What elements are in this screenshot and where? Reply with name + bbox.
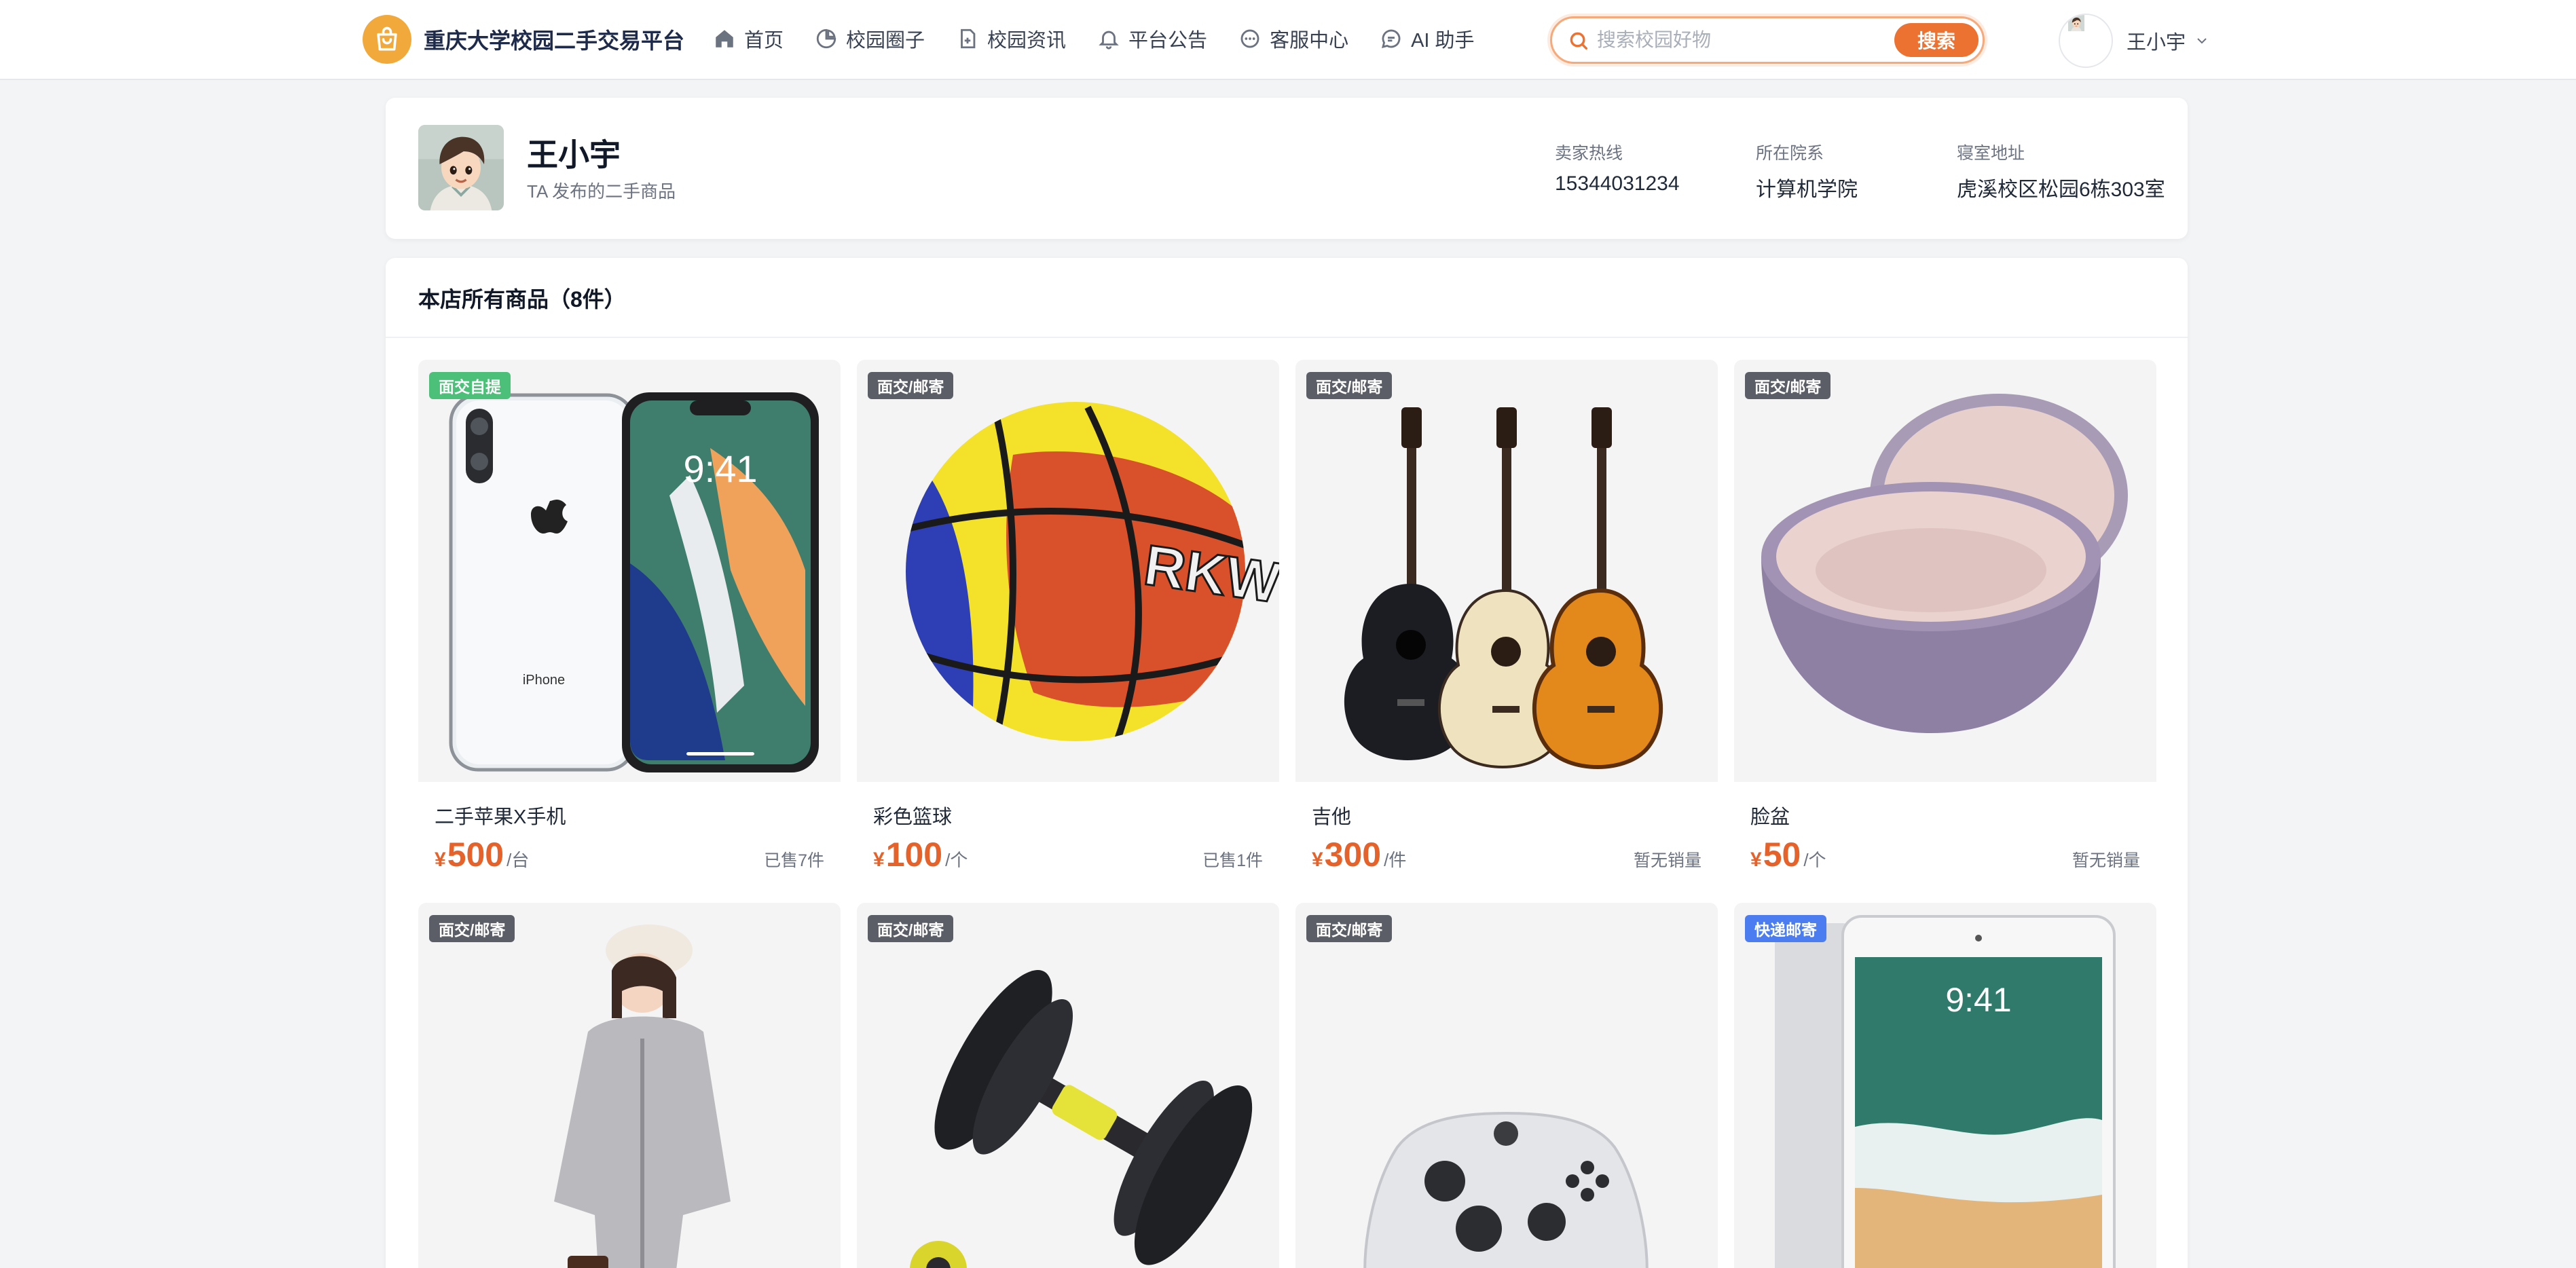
product-card[interactable]: 面交/邮寄 [1295,903,1718,1268]
product-price: ¥ 50 /个 [1750,835,1826,874]
delivery-tag: 快递邮寄 [1745,915,1826,942]
currency-symbol: ¥ [1312,849,1323,871]
svg-text:9:41: 9:41 [1945,981,2011,1019]
product-price: ¥ 500 /台 [435,835,529,874]
nav-label: AI 助手 [1411,30,1475,52]
product-image-guitar: 面交/邮寄 [1295,360,1718,782]
product-image-iphone: 面交自提 iPhone 9:41 [418,360,841,782]
nav-item-news[interactable]: 校园资讯 [956,24,1066,53]
product-image-tablet: 快递邮寄 9:41 [1734,903,2156,1268]
product-name: 脸盆 [1750,806,1790,828]
nav-item-service[interactable]: 客服中心 [1238,24,1348,53]
price-unit: /个 [1803,850,1826,870]
info-value: 虎溪校区松园6栋303室 [1957,179,2165,201]
currency-symbol: ¥ [1750,849,1762,871]
chat-icon [1240,29,1259,48]
product-card[interactable]: 面交/邮寄 [418,903,841,1268]
nav-item-ai-assistant[interactable]: AI 助手 [1380,24,1475,53]
delivery-tag: 面交自提 [429,372,511,399]
price-value: 50 [1763,836,1801,874]
product-card[interactable]: 面交/邮寄 脸盆 ¥ 50 /个 暂无销量 [1734,360,2156,888]
shopping-bag-icon [363,15,411,64]
price-unit: /个 [945,850,968,870]
sales-count: 暂无销量 [2072,851,2140,870]
info-label: 所在院系 [1756,144,1824,163]
search-input[interactable] [1597,25,1862,55]
chat-bubble-icon [1382,29,1401,49]
delivery-tag: 面交/邮寄 [429,915,515,942]
bell-icon [1099,31,1119,50]
svg-text:iPhone: iPhone [523,673,565,688]
sales-count: 已售1件 [1202,851,1263,870]
product-card[interactable]: 快递邮寄 9:41 [1734,903,2156,1268]
nav-label: 校园圈子 [846,30,925,52]
nav-item-notice[interactable]: 平台公告 [1097,24,1207,53]
product-card[interactable]: 面交/邮寄 RKW 彩色篮球 ¥ 100 /个 已售1件 [857,360,1279,888]
info-label: 卖家热线 [1555,144,1623,163]
seller-phone: 卖家热线 15344031234 [1555,140,1680,195]
svg-text:9:41: 9:41 [684,447,758,490]
delivery-tag: 面交/邮寄 [868,915,954,942]
seller-name: 王小宇 [527,137,621,172]
document-icon [961,29,976,49]
delivery-tag: 面交/邮寄 [1306,372,1393,399]
product-card[interactable]: 面交自提 iPhone 9:41 二手苹果X手机 ¥ 500 /台 已售7件 [418,360,841,888]
product-card[interactable]: 面交/邮寄 [857,903,1279,1268]
goods-title: 本店所有商品（8件） [418,287,626,312]
seller-dorm-address: 寝室地址 虎溪校区松园6栋303室 [1957,140,2165,202]
product-card[interactable]: 面交/邮寄 [1295,360,1718,888]
sales-count: 已售7件 [764,851,824,870]
info-label: 寝室地址 [1957,144,2025,163]
info-value: 15344031234 [1555,172,1680,195]
search-bar: 搜索 [1550,16,1985,64]
product-image-washbasin: 面交/邮寄 [1734,360,2156,782]
nav-label: 客服中心 [1270,30,1349,52]
price-value: 500 [447,836,504,874]
price-unit: /台 [507,850,530,870]
product-name: 彩色篮球 [873,806,953,828]
nav-item-home[interactable]: 首页 [713,24,784,53]
goods-panel: 本店所有商品（8件） 面交自提 iPhone 9:41 二手苹果X手机 ¥ 50… [386,258,2188,1268]
product-price: ¥ 300 /件 [1312,835,1406,874]
product-name: 吉他 [1312,806,1352,828]
search-button[interactable]: 搜索 [1894,23,1979,57]
sales-count: 暂无销量 [1633,851,1701,870]
top-header: 重庆大学校园二手交易平台 首页 校园圈子 校园资讯 平台公告 客服中心 AI 助… [0,0,2576,80]
currency-symbol: ¥ [435,849,446,871]
product-image-dumbbell: 面交/邮寄 [857,903,1279,1268]
currency-symbol: ¥ [873,849,885,871]
delivery-tag: 面交/邮寄 [1306,915,1393,942]
price-value: 300 [1324,836,1382,874]
home-icon [716,30,733,48]
product-price: ¥ 100 /个 [873,835,968,874]
brand[interactable]: 重庆大学校园二手交易平台 [363,15,684,64]
divider [386,337,2188,338]
pie-chart-icon [816,29,836,49]
avatar [418,125,504,210]
delivery-tag: 面交/邮寄 [868,372,954,399]
nav-label: 校园资讯 [987,30,1067,52]
nav-label: 首页 [744,30,784,52]
seller-profile-card: 王小宇 TA 发布的二手商品 卖家热线 15344031234 所在院系 计算机… [386,98,2188,239]
main-nav: 首页 校园圈子 校园资讯 平台公告 客服中心 AI 助手 [713,24,1506,53]
product-name: 二手苹果X手机 [435,806,566,828]
chevron-down-icon [2197,38,2207,44]
price-value: 100 [885,836,943,874]
nav-item-circle[interactable]: 校园圈子 [815,24,925,53]
user-name: 王小宇 [2127,32,2186,54]
product-image-game-controller: 面交/邮寄 [1295,903,1718,1268]
seller-department: 所在院系 计算机学院 [1756,140,1858,202]
price-unit: /件 [1384,850,1407,870]
search-icon [1570,32,1588,50]
delivery-tag: 面交/邮寄 [1745,372,1831,399]
brand-name: 重庆大学校园二手交易平台 [424,29,685,53]
avatar [2059,14,2113,68]
nav-label: 平台公告 [1128,30,1208,52]
info-value: 计算机学院 [1756,179,1858,201]
seller-subtitle: TA 发布的二手商品 [527,181,676,202]
product-image-coat: 面交/邮寄 [418,903,841,1268]
user-menu[interactable]: 王小宇 [2059,14,2210,68]
product-image-basketball: 面交/邮寄 RKW [857,360,1279,782]
